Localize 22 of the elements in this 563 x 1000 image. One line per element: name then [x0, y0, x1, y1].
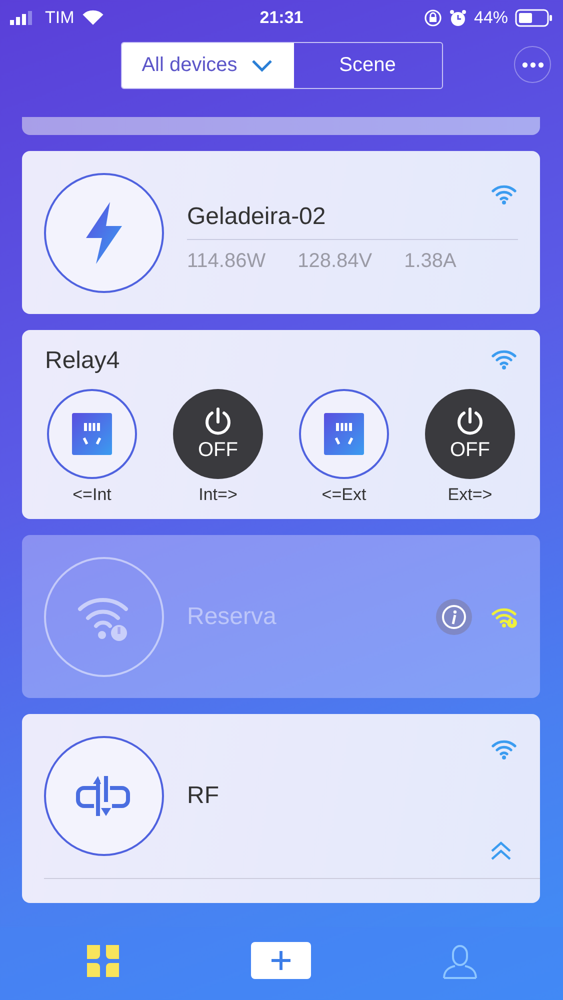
- segment-tab[interactable]: Scene: [294, 42, 442, 88]
- device-card[interactable]: Geladeira-02 114.86W 128.84V 1.38A: [22, 151, 540, 314]
- reading-value: 1.38A: [404, 250, 456, 272]
- device-name: RF: [187, 782, 219, 810]
- channel-label: Int=>: [198, 485, 238, 505]
- device-name: Geladeira-02: [187, 202, 518, 240]
- device-card[interactable]: RF: [22, 714, 540, 903]
- channel-label: <=Int: [72, 485, 112, 505]
- carrier-name: TIM: [45, 8, 74, 28]
- device-name: Relay4: [45, 347, 120, 375]
- outlet-switch[interactable]: OFF: [173, 389, 263, 479]
- reading-value: 128.84V: [298, 250, 372, 272]
- channel-label: <=Ext: [322, 485, 366, 505]
- off-label: OFF: [198, 438, 238, 462]
- device-filter-dropdown[interactable]: All devices: [122, 42, 294, 88]
- off-label: OFF: [450, 438, 490, 462]
- clock-time: 21:31: [260, 8, 304, 28]
- channel-label: Ext=>: [448, 485, 492, 505]
- device-card[interactable]: Relay4 <=Int OFF Int=> <=Ext OFF Ext=>: [22, 330, 540, 519]
- reading-value: 114.86W: [187, 250, 266, 272]
- outlet-switch[interactable]: OFF: [425, 389, 515, 479]
- battery-percent: 44%: [474, 8, 508, 28]
